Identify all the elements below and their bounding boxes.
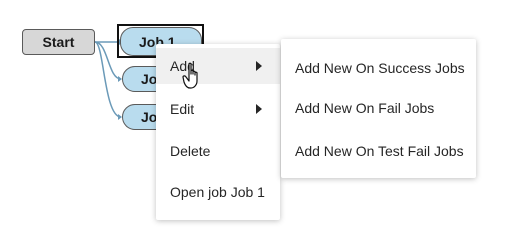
start-node[interactable]: Start <box>22 29 95 55</box>
submenu-item-add-test-fail-jobs[interactable]: Add New On Test Fail Jobs <box>281 133 476 169</box>
menu-item-label: Open job Job 1 <box>170 184 265 200</box>
hand-pointer-icon <box>182 62 198 89</box>
context-menu: Add Edit Delete Open job Job 1 <box>156 44 280 220</box>
menu-item-edit[interactable]: Edit <box>156 91 280 127</box>
menu-item-label: Delete <box>170 143 211 159</box>
menu-item-label: Add New On Test Fail Jobs <box>295 143 464 159</box>
menu-item-delete[interactable]: Delete <box>156 133 280 169</box>
menu-item-label: Edit <box>170 101 195 117</box>
connector-start-job3 <box>94 41 122 118</box>
menu-item-open-job[interactable]: Open job Job 1 <box>156 174 280 210</box>
menu-item-add[interactable]: Add <box>156 48 280 84</box>
menu-item-label: Add New On Fail Jobs <box>295 100 435 116</box>
submenu-item-add-fail-jobs[interactable]: Add New On Fail Jobs <box>281 90 476 126</box>
add-submenu: Add New On Success Jobs Add New On Fail … <box>281 39 476 178</box>
submenu-item-add-success-jobs[interactable]: Add New On Success Jobs <box>281 50 476 86</box>
menu-item-label: Add New On Success Jobs <box>295 60 465 76</box>
start-node-label: Start <box>42 34 75 50</box>
submenu-arrow-icon <box>256 104 262 114</box>
submenu-arrow-icon <box>256 61 262 71</box>
